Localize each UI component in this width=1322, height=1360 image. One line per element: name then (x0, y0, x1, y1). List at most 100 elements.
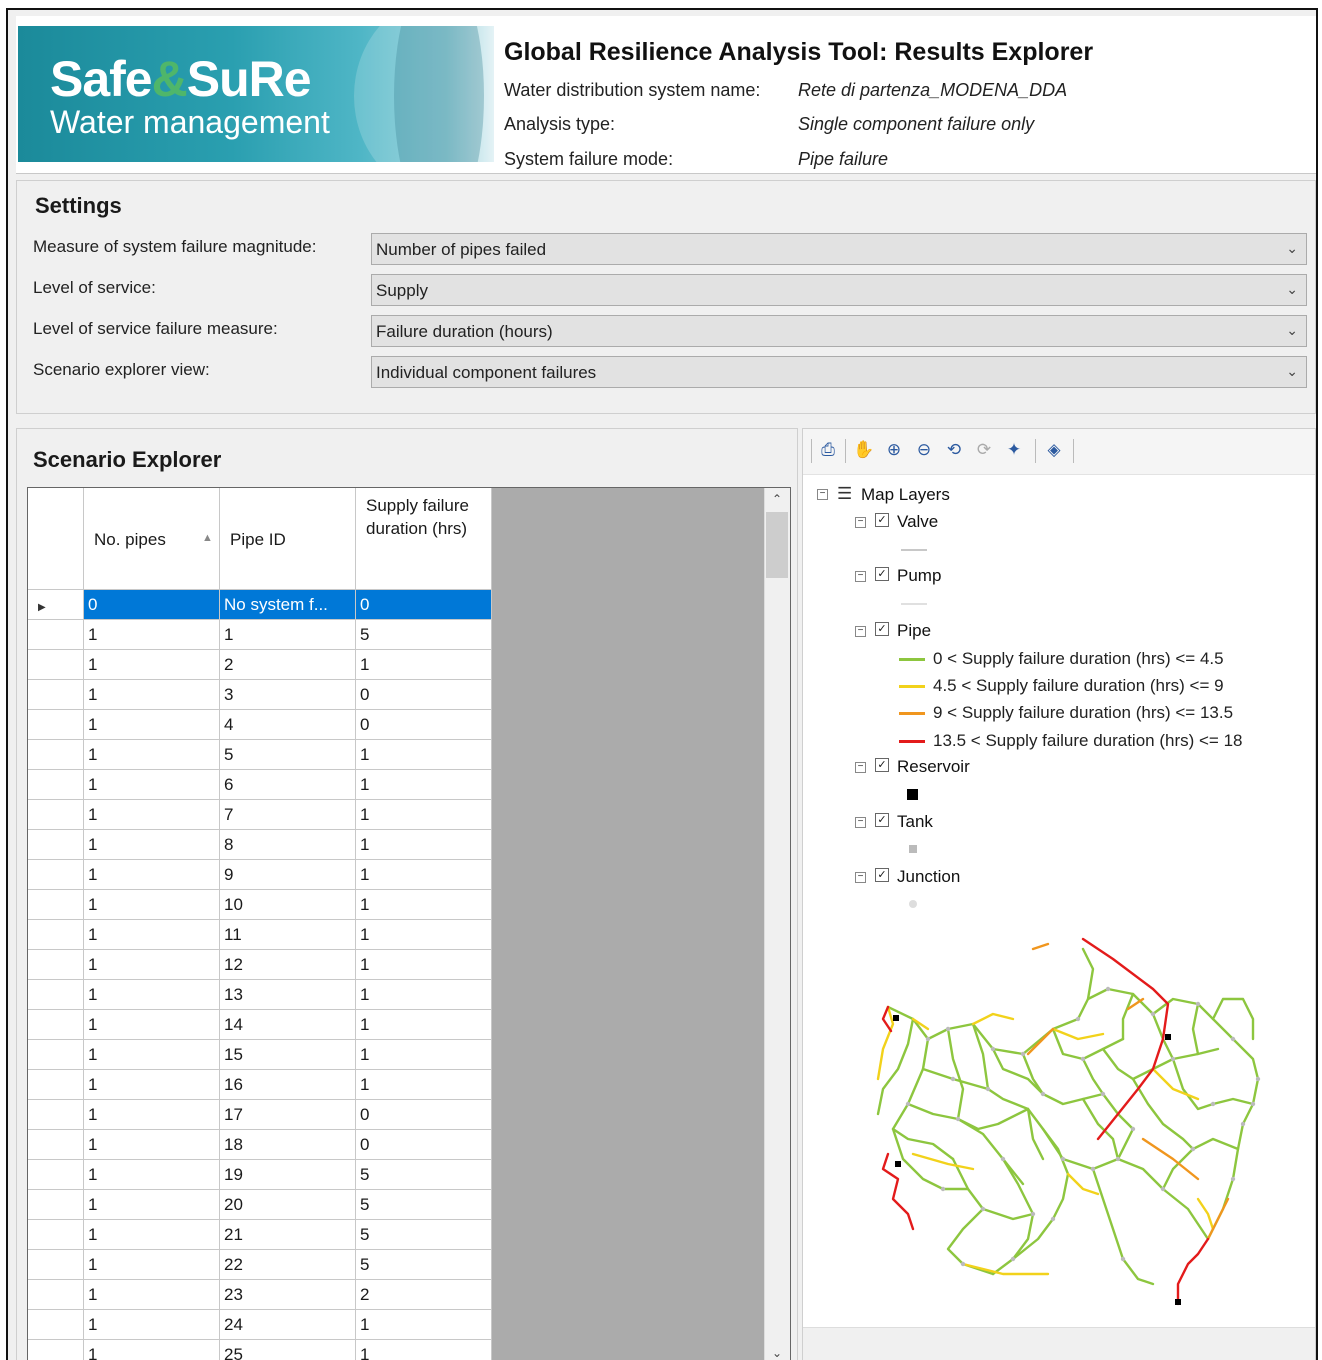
table-row[interactable]: 161 (28, 770, 492, 800)
zoom-out-icon[interactable]: ⊖ (913, 439, 935, 461)
cell-pipe-id[interactable]: 5 (220, 740, 356, 770)
table-row[interactable]: ▶ 0 No system f... 0 (28, 590, 492, 620)
explorer-view-select[interactable]: Individual component failures ⌄ (371, 356, 1307, 388)
table-row[interactable]: 1 11 1 (28, 920, 492, 950)
table-row[interactable]: 181 (28, 830, 492, 860)
table-row[interactable]: 1 21 5 (28, 1220, 492, 1250)
cell-no-pipes[interactable]: 1 (84, 1130, 220, 1160)
cell-pipe-id[interactable]: 21 (220, 1220, 356, 1250)
table-row[interactable]: 151 (28, 740, 492, 770)
table-row[interactable]: 1 22 5 (28, 1250, 492, 1280)
cell-failure-duration[interactable]: 1 (356, 890, 492, 920)
cell-failure-duration[interactable]: 5 (356, 620, 492, 650)
row-header[interactable] (28, 1100, 84, 1130)
cell-pipe-id[interactable]: 19 (220, 1160, 356, 1190)
table-row[interactable]: 1 24 1 (28, 1310, 492, 1340)
collapse-reservoir-icon[interactable]: − (855, 762, 866, 773)
scroll-down-icon[interactable]: ⌄ (772, 1346, 782, 1360)
back-icon[interactable]: ⟲ (943, 439, 965, 461)
cell-failure-duration[interactable]: 2 (356, 1280, 492, 1310)
collapse-junction-icon[interactable]: − (855, 872, 866, 883)
pipe-layer-checkbox[interactable]: ✓ (875, 622, 889, 636)
print-icon[interactable]: ⎙ (817, 439, 839, 461)
cell-pipe-id[interactable]: 11 (220, 920, 356, 950)
table-row[interactable]: 1 20 5 (28, 1190, 492, 1220)
cell-no-pipes[interactable]: 1 (84, 1160, 220, 1190)
cell-pipe-id[interactable]: 10 (220, 890, 356, 920)
table-row[interactable]: 1 17 0 (28, 1100, 492, 1130)
collapse-valve-icon[interactable]: − (855, 517, 866, 528)
cell-no-pipes[interactable]: 1 (84, 950, 220, 980)
row-header[interactable] (28, 740, 84, 770)
cell-pipe-id[interactable]: 16 (220, 1070, 356, 1100)
cell-failure-duration[interactable]: 1 (356, 770, 492, 800)
cell-pipe-id[interactable]: 9 (220, 860, 356, 890)
reservoir-layer-checkbox[interactable]: ✓ (875, 758, 889, 772)
cell-failure-duration[interactable]: 1 (356, 1040, 492, 1070)
cell-no-pipes[interactable]: 1 (84, 680, 220, 710)
cell-failure-duration[interactable]: 0 (356, 1100, 492, 1130)
row-header[interactable] (28, 800, 84, 830)
scroll-up-icon[interactable]: ⌃ (772, 492, 782, 506)
row-header[interactable] (28, 830, 84, 860)
cell-failure-duration[interactable]: 1 (356, 1070, 492, 1100)
cell-no-pipes[interactable]: 1 (84, 1040, 220, 1070)
collapse-pipe-icon[interactable]: − (855, 626, 866, 637)
cell-no-pipes[interactable]: 1 (84, 1340, 220, 1360)
cell-pipe-id[interactable]: 2 (220, 650, 356, 680)
cell-no-pipes[interactable]: 1 (84, 920, 220, 950)
row-header[interactable] (28, 1040, 84, 1070)
cell-pipe-id[interactable]: 14 (220, 1010, 356, 1040)
cell-failure-duration[interactable]: 5 (356, 1190, 492, 1220)
cell-failure-duration[interactable]: 0 (356, 1130, 492, 1160)
cell-pipe-id[interactable]: No system f... (220, 590, 356, 620)
cell-no-pipes[interactable]: 1 (84, 1310, 220, 1340)
row-header[interactable] (28, 1310, 84, 1340)
row-header[interactable] (28, 650, 84, 680)
vertical-scrollbar[interactable]: ⌃ ⌄ (764, 488, 790, 1360)
row-header[interactable] (28, 950, 84, 980)
row-header[interactable] (28, 1190, 84, 1220)
cell-no-pipes[interactable]: 1 (84, 1190, 220, 1220)
table-row[interactable]: 191 (28, 860, 492, 890)
cell-failure-duration[interactable]: 1 (356, 650, 492, 680)
table-row[interactable]: 171 (28, 800, 492, 830)
cell-no-pipes[interactable]: 1 (84, 620, 220, 650)
cell-pipe-id[interactable]: 22 (220, 1250, 356, 1280)
cell-failure-duration[interactable]: 1 (356, 740, 492, 770)
row-header[interactable] (28, 1340, 84, 1360)
table-row[interactable]: 1 15 1 (28, 1040, 492, 1070)
table-row[interactable]: 130 (28, 680, 492, 710)
cell-no-pipes[interactable]: 1 (84, 1280, 220, 1310)
row-header[interactable] (28, 1070, 84, 1100)
cell-no-pipes[interactable]: 1 (84, 1070, 220, 1100)
cell-pipe-id[interactable]: 24 (220, 1310, 356, 1340)
row-header[interactable] (28, 680, 84, 710)
row-header[interactable] (28, 1130, 84, 1160)
table-row[interactable]: 1 25 1 (28, 1340, 492, 1360)
cell-no-pipes[interactable]: 1 (84, 830, 220, 860)
junction-layer-checkbox[interactable]: ✓ (875, 868, 889, 882)
table-row[interactable]: 1 23 2 (28, 1280, 492, 1310)
cell-failure-duration[interactable]: 0 (356, 680, 492, 710)
row-header[interactable] (28, 890, 84, 920)
column-header-no-pipes[interactable]: No. pipes ▲ (84, 488, 220, 590)
zoom-in-icon[interactable]: ⊕ (883, 439, 905, 461)
cell-pipe-id[interactable]: 15 (220, 1040, 356, 1070)
cell-pipe-id[interactable]: 20 (220, 1190, 356, 1220)
cell-pipe-id[interactable]: 23 (220, 1280, 356, 1310)
row-header[interactable] (28, 1010, 84, 1040)
row-header[interactable] (28, 980, 84, 1010)
cell-no-pipes[interactable]: 1 (84, 740, 220, 770)
cell-failure-duration[interactable]: 5 (356, 1220, 492, 1250)
table-row[interactable]: 140 (28, 710, 492, 740)
table-row[interactable]: 1 10 1 (28, 890, 492, 920)
cell-failure-duration[interactable]: 1 (356, 1010, 492, 1040)
cell-no-pipes[interactable]: 1 (84, 1010, 220, 1040)
row-header[interactable] (28, 1220, 84, 1250)
cell-pipe-id[interactable]: 25 (220, 1340, 356, 1360)
cell-pipe-id[interactable]: 1 (220, 620, 356, 650)
cell-failure-duration[interactable]: 1 (356, 860, 492, 890)
table-row[interactable]: 121 (28, 650, 492, 680)
tank-layer-checkbox[interactable]: ✓ (875, 813, 889, 827)
